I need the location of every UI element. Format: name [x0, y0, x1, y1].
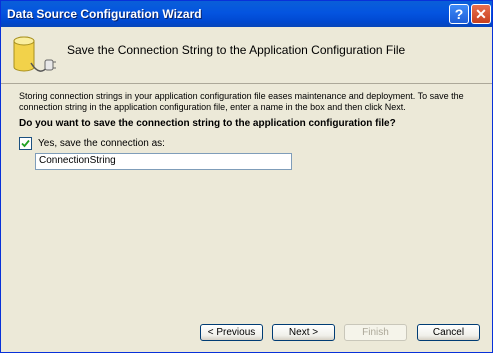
- title-bar[interactable]: Data Source Configuration Wizard ? ✕: [1, 1, 492, 27]
- finish-button[interactable]: Finish: [344, 324, 407, 341]
- help-button[interactable]: ?: [449, 4, 469, 24]
- save-connection-label: Yes, save the connection as:: [38, 137, 165, 149]
- close-button[interactable]: ✕: [471, 4, 491, 24]
- description-text: Storing connection strings in your appli…: [19, 91, 464, 112]
- database-plug-icon: [13, 36, 56, 72]
- save-connection-option[interactable]: Yes, save the connection as:: [19, 136, 165, 150]
- next-button[interactable]: Next >: [272, 324, 335, 341]
- cancel-button[interactable]: Cancel: [417, 324, 480, 341]
- connection-name-input[interactable]: ConnectionString: [35, 153, 292, 170]
- wizard-header: Save the Connection String to the Applic…: [1, 27, 492, 84]
- checkmark-icon: [21, 139, 30, 147]
- page-heading: Save the Connection String to the Applic…: [67, 43, 406, 57]
- wizard-window: Data Source Configuration Wizard ? ✕ Sav…: [0, 0, 493, 353]
- save-connection-checkbox[interactable]: [19, 136, 32, 150]
- help-icon: ?: [454, 6, 464, 22]
- save-question: Do you want to save the connection strin…: [19, 118, 396, 129]
- previous-button[interactable]: < Previous: [200, 324, 263, 341]
- close-icon: ✕: [475, 5, 487, 22]
- window-title: Data Source Configuration Wizard: [7, 7, 202, 21]
